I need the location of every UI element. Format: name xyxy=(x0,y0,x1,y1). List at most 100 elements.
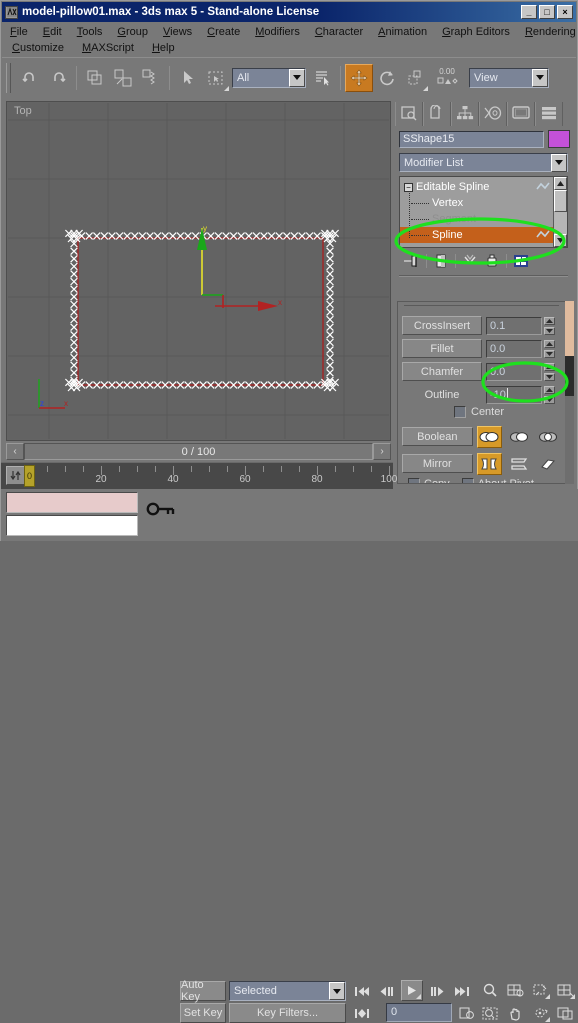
collapse-toggle-icon[interactable]: − xyxy=(404,182,413,192)
chamfer-spinner[interactable] xyxy=(544,362,555,381)
min-max-toggle-icon[interactable] xyxy=(554,1003,576,1023)
stack-toggle-chevron-icon[interactable] xyxy=(536,181,550,193)
remove-modifier-icon[interactable] xyxy=(481,252,503,270)
object-color-swatch[interactable] xyxy=(548,130,570,148)
stack-item-vertex[interactable]: Vertex xyxy=(400,195,553,211)
menu-item-file[interactable]: File xyxy=(10,26,28,38)
angle-snap-toggle-icon[interactable]: 0.00 xyxy=(429,64,465,92)
key-filters-button[interactable]: Key Filters... xyxy=(229,1003,346,1023)
bind-to-space-warp-icon[interactable] xyxy=(137,64,165,92)
copy-checkbox[interactable] xyxy=(408,478,420,483)
viewport-canvas[interactable]: y x z x xyxy=(8,103,389,439)
menu-item-character[interactable]: Character xyxy=(315,26,363,38)
stack-toggle-chevron-icon[interactable] xyxy=(536,229,550,241)
menu-item-customize[interactable]: Customize xyxy=(12,42,64,54)
close-button[interactable]: × xyxy=(557,5,573,19)
scroll-up-button[interactable] xyxy=(554,177,567,190)
configure-modifier-sets-icon[interactable] xyxy=(510,252,532,270)
stack-item-segment[interactable]: Segment xyxy=(400,211,553,227)
time-configuration-icon[interactable] xyxy=(456,1003,478,1023)
menu-item-maxscript[interactable]: MAXScript xyxy=(82,42,134,54)
boolean-intersection-icon[interactable] xyxy=(535,425,562,448)
viewport-top[interactable]: y x z x Top xyxy=(8,103,389,439)
current-frame-field[interactable]: 0 xyxy=(386,1003,452,1022)
crossinsert-button[interactable]: CrossInsert xyxy=(402,316,482,335)
spinner-up-button[interactable] xyxy=(544,385,555,394)
tab-modify[interactable] xyxy=(423,102,451,126)
menu-item-views[interactable]: Views xyxy=(163,26,192,38)
status-prompt-field-bottom[interactable] xyxy=(6,515,138,536)
chevron-down-icon[interactable] xyxy=(532,68,548,87)
select-and-scale-icon[interactable] xyxy=(401,64,429,92)
zoom-extents-icon[interactable] xyxy=(529,980,551,1000)
boolean-button[interactable]: Boolean xyxy=(402,427,473,446)
tab-create[interactable] xyxy=(395,102,423,126)
key-mode-toggle-button[interactable] xyxy=(351,1003,373,1023)
center-checkbox[interactable] xyxy=(454,406,466,418)
menu-item-tools[interactable]: Tools xyxy=(77,26,103,38)
previous-frame-arrow[interactable]: ‹ xyxy=(6,443,24,460)
previous-frame-button[interactable] xyxy=(376,981,398,1001)
zoom-all-icon[interactable] xyxy=(504,980,526,1000)
spinner-down-button[interactable] xyxy=(544,372,555,381)
stack-item-spline[interactable]: Spline xyxy=(400,227,553,243)
unlink-selection-icon[interactable] xyxy=(109,64,137,92)
fillet-button[interactable]: Fillet xyxy=(402,339,482,358)
spinner-up-button[interactable] xyxy=(544,316,555,325)
scroll-down-button[interactable] xyxy=(554,234,567,247)
menu-item-edit[interactable]: Edit xyxy=(43,26,62,38)
menu-item-modifiers[interactable]: Modifiers xyxy=(255,26,300,38)
rollout-scrollbar[interactable] xyxy=(565,301,574,484)
spinner-up-button[interactable] xyxy=(544,339,555,348)
crossinsert-value-field[interactable]: 0.1 xyxy=(486,316,542,335)
mirror-vertical-icon[interactable] xyxy=(506,452,532,475)
stack-item-editable-spline[interactable]: − Editable Spline xyxy=(400,179,553,195)
maximize-button[interactable]: □ xyxy=(539,5,555,19)
spinner-down-button[interactable] xyxy=(544,395,555,404)
fillet-value-field[interactable]: 0.0 xyxy=(486,339,542,358)
spinner-up-button[interactable] xyxy=(544,362,555,371)
auto-key-button[interactable]: Auto Key xyxy=(180,979,226,1003)
next-frame-arrow[interactable]: › xyxy=(373,443,391,460)
set-key-button[interactable]: Set Key xyxy=(180,1003,226,1023)
outline-spinner[interactable] xyxy=(544,385,555,404)
time-slider-handle[interactable]: 0 xyxy=(24,465,35,487)
toolbar-grip[interactable] xyxy=(6,62,11,93)
chevron-down-icon[interactable] xyxy=(551,153,567,172)
key-mode-filter-combo[interactable]: Selected xyxy=(229,981,346,1001)
mirror-horizontal-icon[interactable] xyxy=(476,452,503,475)
rollout-scrollbar-thumb[interactable] xyxy=(565,301,574,356)
menu-item-group[interactable]: Group xyxy=(117,26,148,38)
arc-rotate-icon[interactable] xyxy=(529,1003,551,1023)
open-mini-curve-editor-icon[interactable] xyxy=(6,466,25,485)
boolean-union-icon[interactable] xyxy=(476,425,503,448)
zoom-extents-all-icon[interactable] xyxy=(554,980,576,1000)
outline-value-field[interactable]: -10 xyxy=(486,385,542,404)
current-frame-display[interactable]: 0 / 100 xyxy=(24,443,373,460)
go-to-end-button[interactable] xyxy=(451,981,473,1001)
select-and-rotate-icon[interactable] xyxy=(373,64,401,92)
select-region-icon[interactable] xyxy=(202,64,230,92)
tab-utilities[interactable] xyxy=(535,102,563,126)
spinner-down-button[interactable] xyxy=(544,326,555,335)
key-icon[interactable] xyxy=(146,501,176,520)
about-pivot-checkbox[interactable] xyxy=(461,478,474,483)
modifier-stack-scrollbar[interactable] xyxy=(553,177,567,247)
undo-icon[interactable] xyxy=(16,64,44,92)
track-bar[interactable]: 20 40 60 80 100 0 xyxy=(1,462,397,489)
make-unique-icon[interactable] xyxy=(459,252,481,270)
mirror-both-icon[interactable] xyxy=(535,452,562,475)
tab-hierarchy[interactable] xyxy=(451,102,479,126)
menu-item-animation[interactable]: Animation xyxy=(378,26,427,38)
select-and-move-icon[interactable] xyxy=(345,63,373,92)
chevron-down-icon[interactable] xyxy=(329,982,345,1000)
menu-item-create[interactable]: Create xyxy=(207,26,240,38)
show-end-result-icon[interactable] xyxy=(430,252,452,270)
chamfer-button[interactable]: Chamfer xyxy=(402,362,482,381)
pan-icon[interactable] xyxy=(504,1003,526,1023)
modifier-list-combo[interactable]: Modifier List xyxy=(399,153,568,172)
scrollbar-thumb[interactable] xyxy=(554,190,567,212)
tab-motion[interactable] xyxy=(479,102,507,126)
pin-stack-icon[interactable] xyxy=(401,252,423,270)
track-bar-ruler[interactable]: 20 40 60 80 100 0 xyxy=(24,463,397,489)
